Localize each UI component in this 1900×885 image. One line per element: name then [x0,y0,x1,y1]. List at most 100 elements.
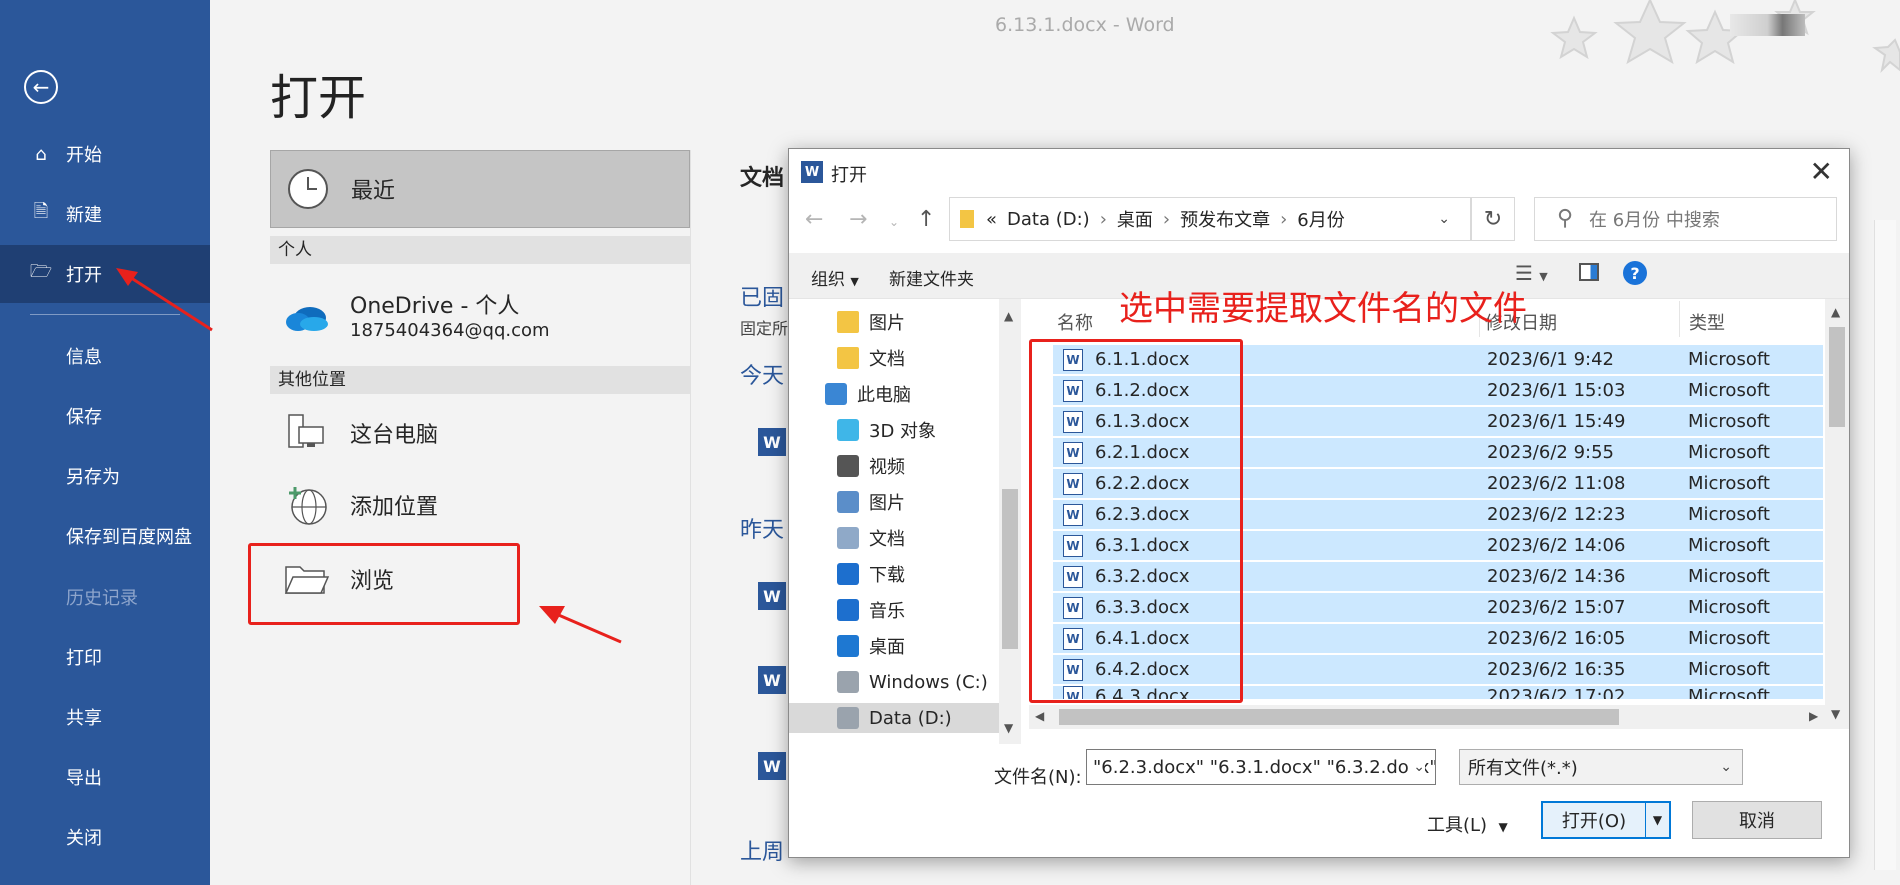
breadcrumb-item[interactable]: 预发布文章 [1180,206,1270,232]
back-icon[interactable]: ← [805,207,823,232]
3d-objects-icon [837,419,859,441]
chevron-down-icon: ⌄ [1720,759,1732,775]
tree-item[interactable]: 图片 [837,487,999,517]
column-header-name[interactable]: 名称 [1057,309,1093,335]
sidebar-item-4[interactable]: 保存 [0,387,210,445]
tree-item[interactable]: 下载 [837,559,999,589]
tree-item[interactable]: 桌面 [837,631,999,661]
column-header-type[interactable]: 类型 [1689,309,1725,335]
location-recent-label: 最近 [351,179,396,204]
video-icon [837,455,859,477]
sidebar-item-8[interactable]: 打印 [0,628,210,686]
chevron-down-icon[interactable]: ⌄ [1409,759,1425,775]
tree-item[interactable]: Windows (C:) [837,667,999,697]
account-avatar[interactable] [1730,14,1805,36]
filetype-select[interactable]: 所有文件(*.*) ⌄ [1459,749,1743,785]
filename-label: 文件名(N): [994,767,1082,788]
new-folder-button[interactable]: 新建文件夹 [889,265,974,290]
sidebar-item-1[interactable]: 🗎 新建 [0,185,210,243]
download-icon [837,563,859,585]
file-type: Microsoft [1688,628,1770,649]
file-type: Microsoft [1688,473,1770,494]
file-list-hscrollbar[interactable]: ◀ ▶ [1029,705,1829,729]
sidebar-item-6[interactable]: 保存到百度网盘 [0,507,210,565]
file-type: Microsoft [1688,686,1770,700]
close-icon[interactable]: ✕ [1810,155,1833,188]
file-date: 2023/6/2 15:07 [1487,597,1626,618]
sidebar-item-9[interactable]: 共享 [0,688,210,746]
file-date: 2023/6/2 17:02 [1487,686,1626,700]
search-input[interactable]: ⚲ 在 6月份 中搜索 [1534,197,1837,241]
tools-button[interactable]: 工具(L) ▼ [1427,811,1508,837]
location-add-place[interactable]: 添加位置 [270,468,690,542]
open-button[interactable]: 打开(O) ▼ [1541,801,1671,839]
sidebar-item-3[interactable]: 信息 [0,327,210,385]
organize-button[interactable]: 组织 ▼ [811,265,859,290]
tree-item-label: 图片 [869,493,905,514]
column-divider [690,150,691,885]
open-split-arrow-icon[interactable]: ▼ [1645,803,1669,837]
sidebar-item-0[interactable]: ⌂ 开始 [0,125,210,183]
recent-locations-icon[interactable]: ⌄ [889,215,899,229]
folder-icon [837,347,859,369]
forward-icon[interactable]: → [849,207,867,232]
help-icon[interactable]: ? [1623,261,1647,285]
tree-item-label: 下载 [869,565,905,586]
folder-icon [837,311,859,333]
page-scrollbar[interactable] [1874,220,1896,870]
tree-item[interactable]: 视频 [837,451,999,481]
home-icon: ⌂ [35,143,47,165]
file-date: 2023/6/2 16:35 [1487,659,1626,680]
address-bar[interactable]: « Data (D:) › 桌面 › 预发布文章 › 6月份 ⌄ [949,197,1471,241]
sidebar-item-label: 信息 [66,347,102,368]
navigation-tree: 图片 文档 此电脑 3D 对象 视频 图片 文档 下载 音乐 桌面 Windows (C:) Data… [789,299,999,744]
yesterday-heading: 昨天 [740,518,785,543]
tools-label: 工具(L) [1427,815,1488,836]
tree-item[interactable]: 3D 对象 [837,415,999,445]
sidebar-item-10[interactable]: 导出 [0,748,210,806]
back-arrow-icon[interactable]: ← [24,70,58,104]
location-this-pc[interactable]: 这台电脑 [270,396,690,470]
file-type: Microsoft [1688,566,1770,587]
breadcrumb-item[interactable]: 6月份 [1297,206,1344,232]
cloud-icon [282,292,332,342]
tree-item[interactable]: 文档 [837,343,999,373]
cancel-button[interactable]: 取消 [1692,801,1822,839]
location-onedrive[interactable]: OneDrive - 个人 1875404364@qq.com [270,276,690,358]
sidebar-item-11[interactable]: 关闭 [0,808,210,866]
tree-item[interactable]: Data (D:) [789,703,999,733]
word-file-icon[interactable]: W [758,428,786,456]
tree-item-label: 文档 [869,349,905,370]
file-date: 2023/6/2 14:06 [1487,535,1626,556]
up-icon[interactable]: ↑ [917,207,935,232]
chevron-down-icon[interactable]: ⌄ [1438,211,1450,227]
file-date: 2023/6/2 16:05 [1487,628,1626,649]
onedrive-name: OneDrive - 个人 [350,294,520,319]
refresh-icon[interactable]: ↻ [1471,197,1515,241]
tree-item[interactable]: 文档 [837,523,999,553]
tree-item[interactable]: 音乐 [837,595,999,625]
recent-tab-documents[interactable]: 文档 [740,160,784,192]
sidebar-item-5[interactable]: 另存为 [0,447,210,505]
file-date: 2023/6/1 15:49 [1487,411,1626,432]
filename-input[interactable]: "6.2.3.docx" "6.3.1.docx" "6.3.2.docx" "… [1086,749,1436,785]
selection-highlight-box [1029,339,1243,703]
breadcrumb-item[interactable]: Data (D:) [1007,209,1090,230]
file-date: 2023/6/2 9:55 [1487,442,1614,463]
tree-item[interactable]: 图片 [837,307,999,337]
word-app-icon: W [801,161,823,183]
tree-item[interactable]: 此电脑 [825,379,999,409]
location-recent[interactable]: 最近 [270,150,690,228]
location-add-place-label: 添加位置 [350,495,439,520]
word-file-icon[interactable]: W [758,666,786,694]
file-list-vscrollbar[interactable]: ▲ ▼ [1825,299,1849,729]
tree-scrollbar[interactable]: ▲ ▼ [999,299,1021,744]
file-date: 2023/6/2 14:36 [1487,566,1626,587]
sidebar-item-label: 保存 [66,407,102,428]
word-file-icon[interactable]: W [758,752,786,780]
preview-pane-icon[interactable] [1579,263,1599,281]
breadcrumb-item[interactable]: 桌面 [1117,206,1153,232]
computer-icon [282,408,332,458]
word-file-icon[interactable]: W [758,582,786,610]
sidebar-item-2[interactable]: 🗁 打开 [0,245,210,303]
